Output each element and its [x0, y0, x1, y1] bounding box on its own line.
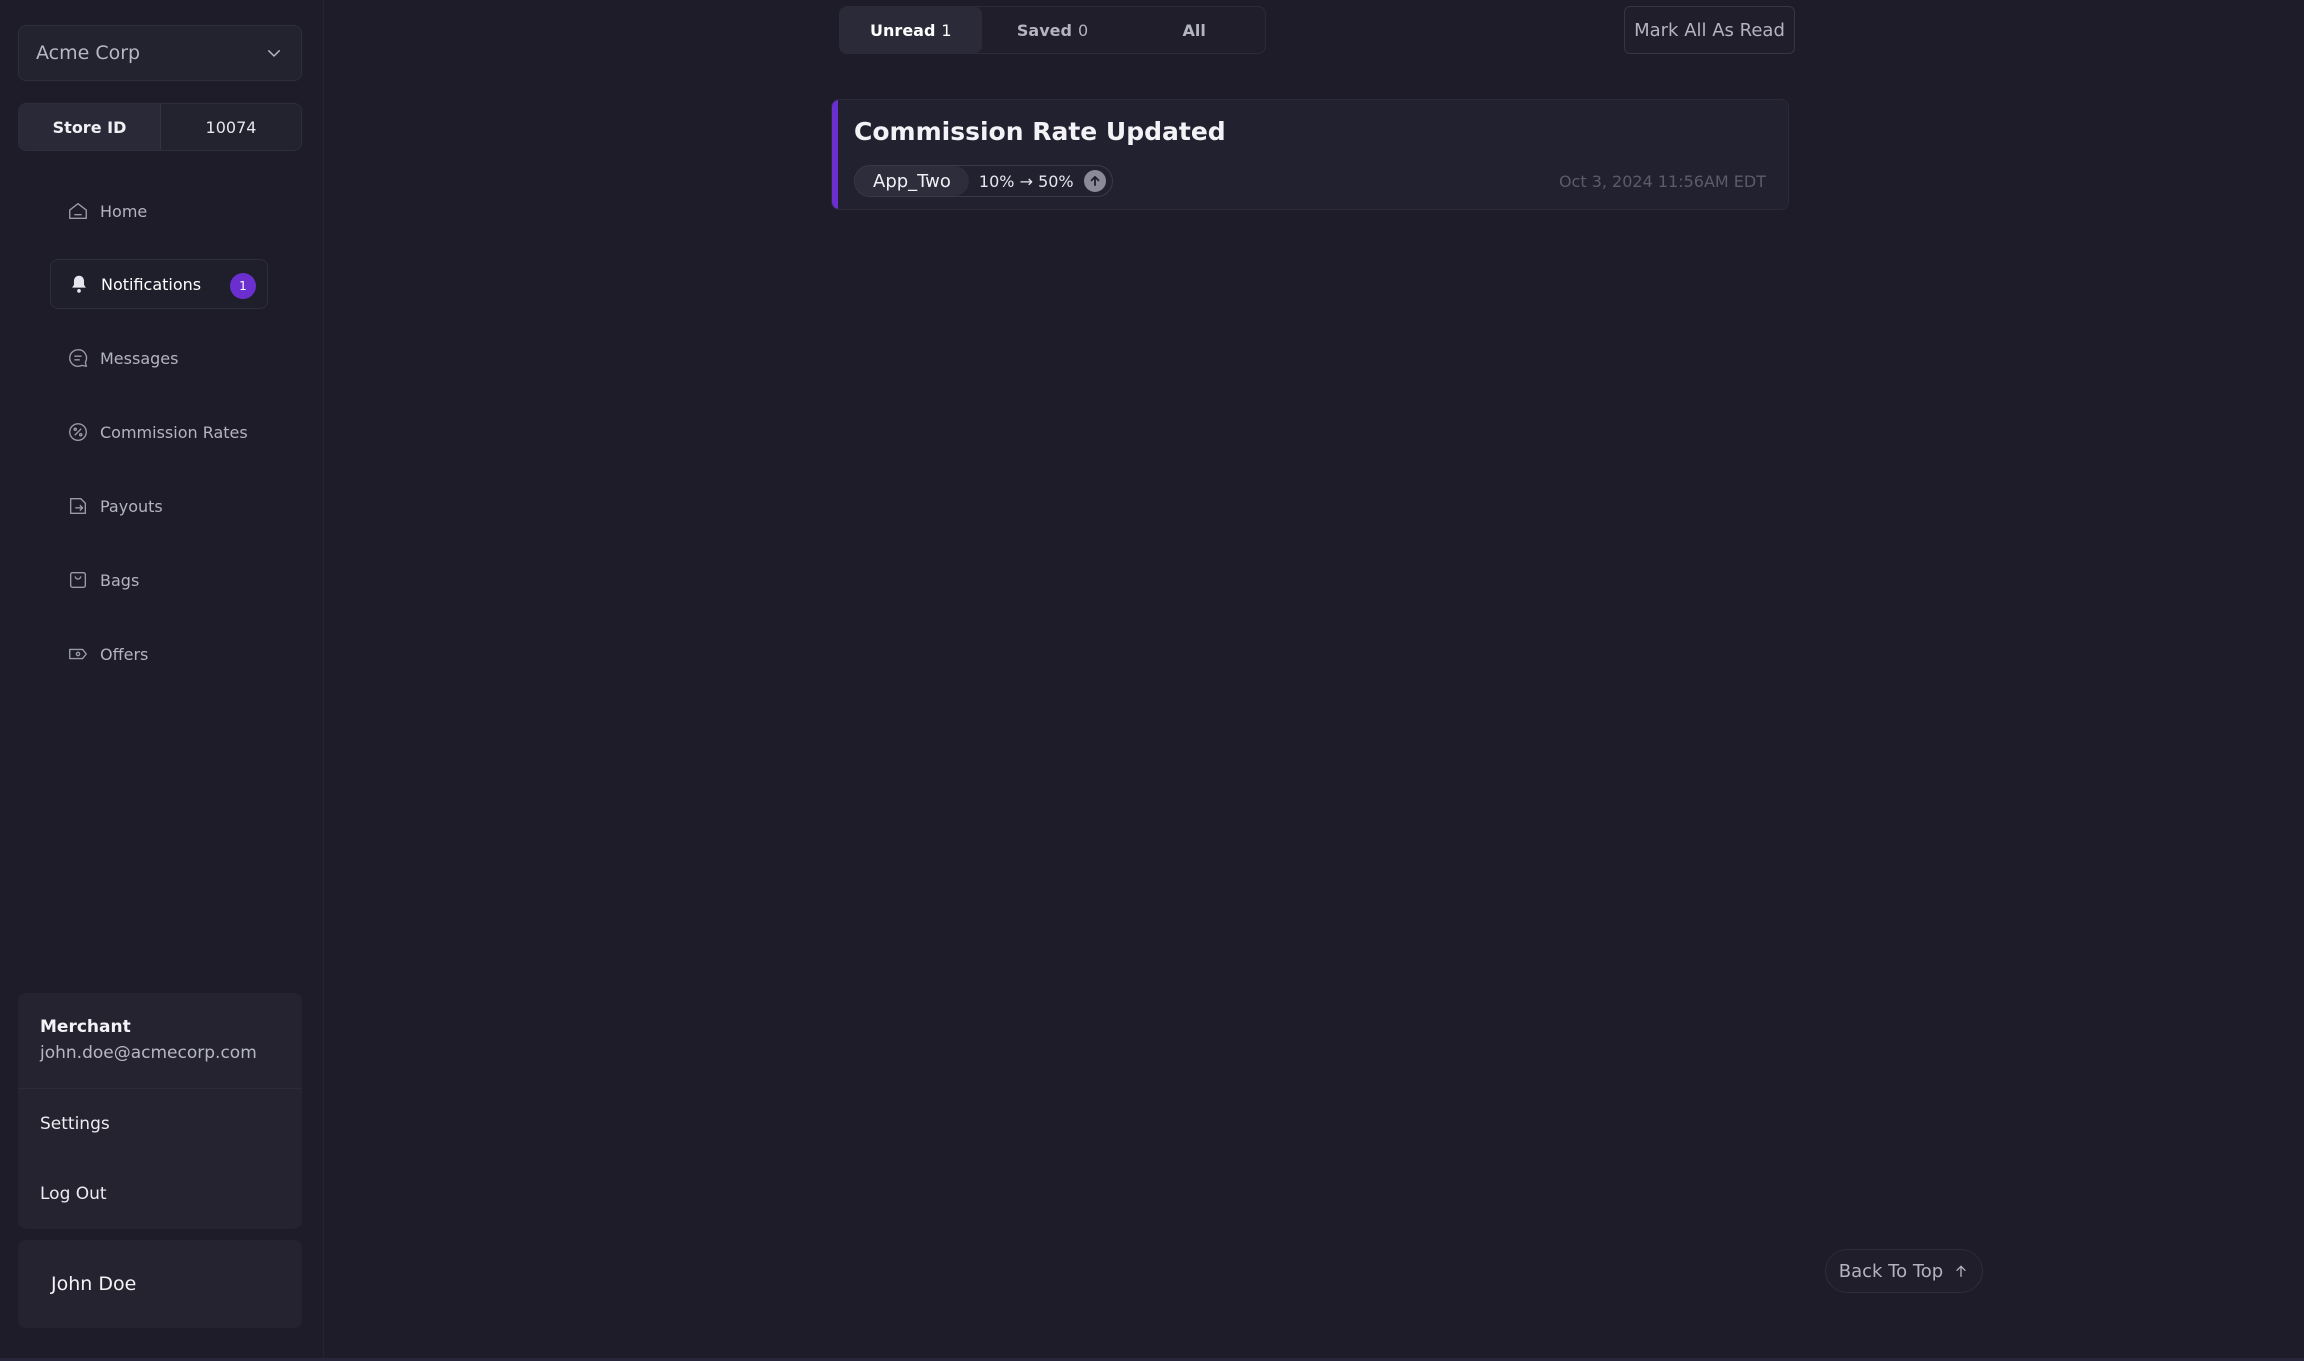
app-root: Acme Corp Store ID 10074 Home Notificati…	[0, 0, 2304, 1361]
sidebar-item-label: Bags	[100, 570, 140, 590]
sidebar-item-label: Payouts	[100, 496, 163, 516]
payout-icon	[66, 494, 90, 518]
sidebar-item-bags[interactable]: Bags	[50, 555, 268, 605]
user-profile-button[interactable]: John Doe	[18, 1240, 302, 1328]
store-id-box: Store ID 10074	[18, 103, 302, 151]
arrow-up-icon	[1083, 170, 1106, 192]
tab-label: Saved	[1016, 20, 1072, 40]
sidebar-item-label: Commission Rates	[100, 422, 248, 442]
rate-change: 10% → 50%	[978, 171, 1074, 191]
sidebar-item-commission-rates[interactable]: Commission Rates	[50, 407, 268, 457]
mark-all-read-button[interactable]: Mark All As Read	[1624, 6, 1795, 54]
app-name: App_Two	[855, 166, 969, 196]
sidebar: Acme Corp Store ID 10074 Home Notificati…	[0, 0, 324, 1361]
ticket-icon	[66, 642, 90, 666]
back-to-top-button[interactable]: Back To Top	[1825, 1249, 1983, 1293]
logout-link[interactable]: Log Out	[18, 1159, 302, 1229]
notification-timestamp: Oct 3, 2024 11:56AM EDT	[1558, 172, 1766, 191]
account-email: john.doe@acmecorp.com	[40, 1043, 257, 1063]
chevron-down-icon	[268, 50, 280, 57]
sidebar-item-payouts[interactable]: Payouts	[50, 481, 268, 531]
tab-count: 0	[1077, 20, 1089, 40]
notification-title: Commission Rate Updated	[854, 117, 1226, 146]
notification-count-badge: 1	[230, 273, 256, 299]
back-to-top-label: Back To Top	[1838, 1260, 1944, 1282]
tab-count: 1	[941, 20, 952, 40]
tab-label: Unread	[870, 20, 936, 40]
sidebar-item-label: Notifications	[101, 274, 202, 294]
account-role: Merchant	[40, 1017, 131, 1037]
percent-icon	[66, 420, 90, 444]
arrow-up-icon	[1956, 1265, 1966, 1277]
account-info: Merchant john.doe@acmecorp.com	[18, 993, 302, 1089]
sidebar-item-label: Offers	[100, 644, 149, 664]
notification-card[interactable]: Commission Rate Updated App_Two 10% → 50…	[831, 99, 1789, 210]
message-icon	[66, 346, 90, 370]
store-id-label: Store ID	[19, 104, 161, 150]
org-name: Acme Corp	[36, 42, 141, 64]
sidebar-item-label: Home	[100, 201, 148, 221]
store-id-value: 10074	[161, 104, 301, 150]
tab-saved[interactable]: Saved 0	[982, 7, 1124, 53]
sidebar-item-notifications[interactable]: Notifications 1	[50, 259, 268, 309]
account-menu: Merchant john.doe@acmecorp.com Settings …	[18, 993, 302, 1229]
tab-all[interactable]: All	[1123, 7, 1265, 53]
commission-change-chip: App_Two 10% → 50%	[854, 165, 1113, 197]
tab-label: All	[1182, 20, 1206, 40]
home-icon	[66, 199, 90, 223]
settings-link[interactable]: Settings	[18, 1089, 302, 1159]
notification-tabs: Unread 1 Saved 0 All	[839, 6, 1266, 54]
sidebar-item-label: Messages	[100, 348, 179, 368]
user-name: John Doe	[51, 1273, 137, 1295]
org-selector[interactable]: Acme Corp	[18, 25, 302, 81]
bag-icon	[66, 568, 90, 592]
bell-icon	[67, 272, 91, 296]
sidebar-item-home[interactable]: Home	[50, 186, 268, 236]
unread-indicator	[832, 100, 838, 209]
sidebar-item-messages[interactable]: Messages	[50, 333, 268, 383]
tab-unread[interactable]: Unread 1	[840, 7, 982, 53]
sidebar-item-offers[interactable]: Offers	[50, 629, 268, 679]
